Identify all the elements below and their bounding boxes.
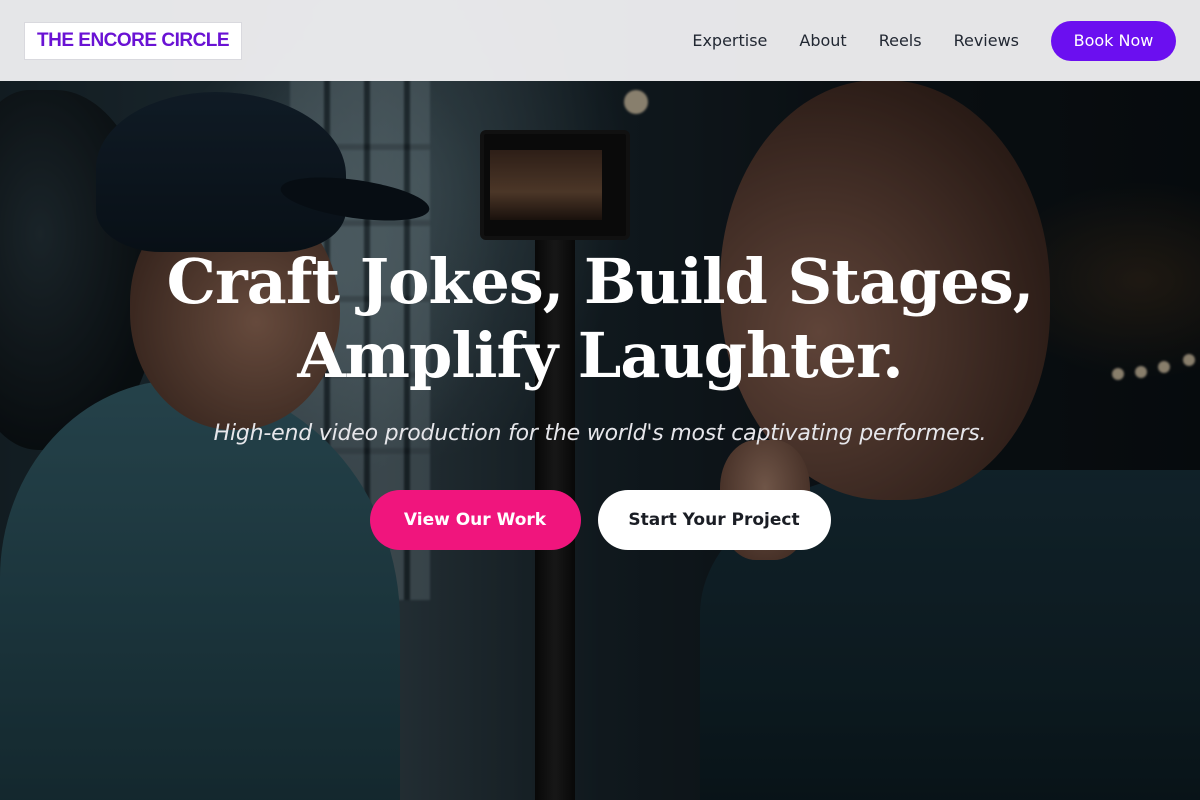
nav-link-reels[interactable]: Reels xyxy=(879,31,922,50)
hero-title: Craft Jokes, Build Stages, Amplify Laugh… xyxy=(0,245,1200,393)
hero-title-line-2: Amplify Laughter. xyxy=(297,319,903,392)
view-our-work-button[interactable]: View Our Work xyxy=(369,490,581,550)
site-header: THE ENCORE CIRCLE Expertise About Reels … xyxy=(0,0,1200,81)
hero-title-line-1: Craft Jokes, Build Stages, xyxy=(166,245,1035,318)
nav-link-about[interactable]: About xyxy=(799,31,846,50)
hero-subtitle: High-end video production for the world'… xyxy=(213,421,987,446)
site-logo[interactable]: THE ENCORE CIRCLE xyxy=(24,21,243,60)
hero-section: Craft Jokes, Build Stages, Amplify Laugh… xyxy=(0,245,1200,550)
hero-button-group: View Our Work Start Your Project xyxy=(0,490,1200,550)
logo-text: THE ENCORE CIRCLE xyxy=(37,29,230,51)
book-now-button[interactable]: Book Now xyxy=(1051,20,1176,61)
start-your-project-button[interactable]: Start Your Project xyxy=(597,490,831,550)
main-nav: Expertise About Reels Reviews Book Now xyxy=(660,20,1176,61)
nav-link-reviews[interactable]: Reviews xyxy=(954,31,1019,50)
nav-link-expertise[interactable]: Expertise xyxy=(692,31,767,50)
